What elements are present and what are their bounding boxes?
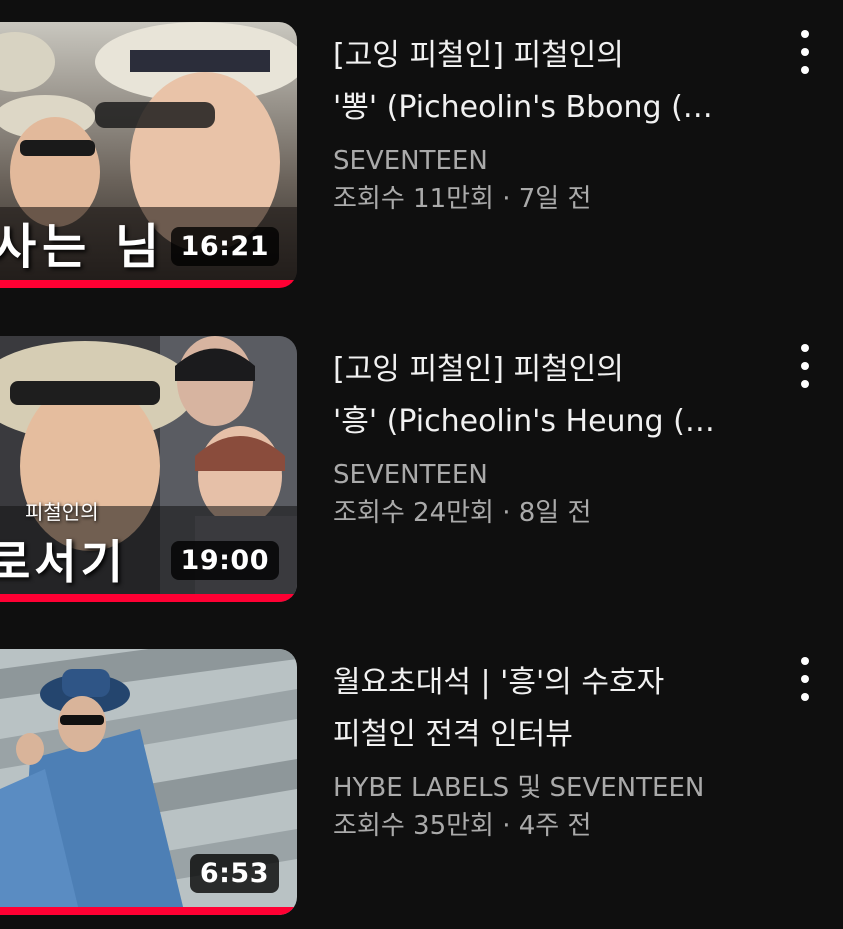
channel-name[interactable]: SEVENTEEN [333, 142, 763, 180]
video-title-line: 피철인 전격 인터뷰 [333, 717, 573, 752]
video-list: 사는 님 16:21 [고잉 피철인] 피철인의 '뽕' (Picheolin'… [0, 0, 843, 929]
watch-progress-bar [0, 907, 297, 915]
video-thumbnail[interactable]: 6:53 [0, 649, 297, 915]
video-title[interactable]: [고잉 피철인] 피철인의 '뽕' (Picheolin's Bbong (… [333, 30, 763, 134]
more-vertical-icon[interactable] [793, 344, 817, 388]
video-title[interactable]: 월요초대석 | '흥'의 수호자 피철인 전격 인터뷰 [333, 657, 763, 761]
video-item[interactable]: 피철인의 로서기 19:00 [고잉 피철인] 피철인의 '흥' (Picheo… [0, 336, 843, 602]
video-title-line: [고잉 피철인] 피철인의 [333, 38, 624, 73]
duration-badge: 16:21 [170, 227, 279, 266]
video-title-line: [고잉 피철인] 피철인의 [333, 352, 624, 387]
watch-progress-bar [0, 594, 297, 602]
video-info[interactable]: [고잉 피철인] 피철인의 '흥' (Picheolin's Heung (… … [333, 344, 763, 532]
duration-badge: 6:53 [189, 854, 279, 893]
thumbnail-caption: 사는 님 [0, 219, 166, 275]
channel-name[interactable]: SEVENTEEN [333, 456, 763, 494]
duration-badge: 19:00 [170, 541, 279, 580]
video-meta: 조회수 24만회 · 8일 전 [333, 498, 592, 528]
video-info[interactable]: [고잉 피철인] 피철인의 '뽕' (Picheolin's Bbong (… … [333, 30, 763, 218]
video-title[interactable]: [고잉 피철인] 피철인의 '흥' (Picheolin's Heung (… [333, 344, 763, 448]
video-title-line: 월요초대석 | '흥'의 수호자 [333, 665, 665, 700]
more-vertical-icon[interactable] [793, 657, 817, 701]
video-thumbnail[interactable]: 피철인의 로서기 19:00 [0, 336, 297, 602]
video-title-line: '흥' (Picheolin's Heung (… [333, 404, 715, 439]
video-meta: 조회수 11만회 · 7일 전 [333, 184, 592, 214]
video-meta: 조회수 35만회 · 4주 전 [333, 811, 592, 841]
video-info[interactable]: 월요초대석 | '흥'의 수호자 피철인 전격 인터뷰 HYBE LABELS … [333, 657, 763, 845]
video-title-line: '뽕' (Picheolin's Bbong (… [333, 90, 713, 125]
video-thumbnail[interactable]: 사는 님 16:21 [0, 22, 297, 288]
video-item[interactable]: 사는 님 16:21 [고잉 피철인] 피철인의 '뽕' (Picheolin'… [0, 22, 843, 288]
channel-name[interactable]: HYBE LABELS 및 SEVENTEEN [333, 769, 763, 807]
thumbnail-caption-small: 피철인의 [25, 500, 99, 524]
watch-progress-bar [0, 280, 297, 288]
video-item[interactable]: 6:53 월요초대석 | '흥'의 수호자 피철인 전격 인터뷰 HYBE LA… [0, 649, 843, 915]
thumbnail-caption: 로서기 [0, 535, 127, 589]
more-vertical-icon[interactable] [793, 30, 817, 74]
